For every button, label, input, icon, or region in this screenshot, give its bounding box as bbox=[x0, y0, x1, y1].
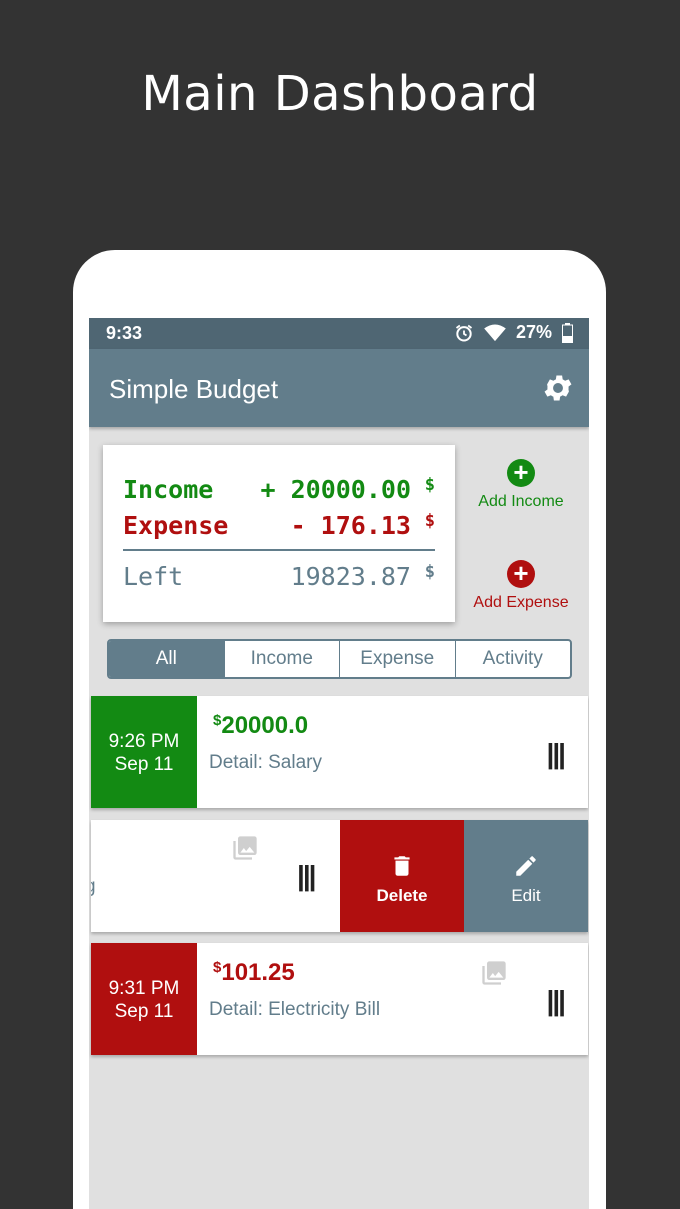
app-screen: 9:33 27% Simple Budget Income + 20000.00… bbox=[89, 318, 589, 1209]
page-headline: Main Dashboard bbox=[141, 66, 539, 122]
summary-divider bbox=[123, 549, 435, 551]
transaction-time: 9:31 PM bbox=[108, 978, 180, 999]
transaction-date: Sep 11 bbox=[114, 1001, 174, 1022]
currency-symbol: $ bbox=[424, 562, 435, 582]
transaction-detail: Detail: Salary bbox=[209, 752, 322, 773]
summary-card: Income + 20000.00 $ Expense - 176.13 $ L… bbox=[103, 445, 455, 622]
wifi-icon bbox=[484, 323, 506, 341]
drag-handle-icon[interactable]: ||| bbox=[546, 738, 565, 770]
tab-activity[interactable]: Activity bbox=[456, 641, 571, 677]
tab-all[interactable]: All bbox=[109, 641, 225, 677]
transaction-amount: $101.25 bbox=[213, 959, 295, 987]
status-time: 9:33 bbox=[106, 323, 143, 343]
transaction-timestamp: 9:26 PM Sep 11 bbox=[91, 696, 197, 808]
amount-value: 101.25 bbox=[221, 959, 295, 986]
alarm-icon bbox=[455, 324, 473, 341]
add-income-button[interactable]: + Add Income bbox=[461, 459, 581, 511]
status-bar: 9:33 27% bbox=[89, 318, 589, 349]
app-bar: Simple Budget bbox=[89, 349, 589, 427]
edit-button[interactable]: Edit bbox=[464, 820, 588, 932]
edit-label: Edit bbox=[511, 886, 541, 905]
transaction-date: Sep 11 bbox=[114, 754, 174, 775]
transaction-detail-partial: g bbox=[91, 876, 96, 898]
filter-tabs: All Income Expense Activity bbox=[107, 639, 572, 679]
add-expense-label: Add Expense bbox=[473, 594, 569, 611]
transaction-amount: $20000.0 bbox=[213, 712, 308, 740]
pencil-icon bbox=[516, 856, 536, 876]
app-title: Simple Budget bbox=[109, 374, 279, 404]
transaction-detail: Detail: Electricity Bill bbox=[209, 999, 381, 1020]
expense-label: Expense bbox=[123, 511, 229, 540]
delete-button[interactable]: Delete bbox=[340, 820, 464, 932]
image-icon[interactable] bbox=[478, 959, 510, 987]
tab-income[interactable]: Income bbox=[225, 641, 340, 677]
currency-symbol: $ bbox=[424, 511, 435, 531]
drag-handle-icon[interactable]: ||| bbox=[546, 985, 565, 1017]
image-icon[interactable] bbox=[229, 834, 261, 862]
income-value: + 20000.00 bbox=[260, 475, 411, 504]
add-expense-button[interactable]: + Add Expense bbox=[461, 560, 581, 612]
tab-expense[interactable]: Expense bbox=[340, 641, 456, 677]
add-income-label: Add Income bbox=[478, 493, 564, 510]
transaction-time: 9:26 PM bbox=[108, 731, 180, 752]
plus-circle-icon: + bbox=[507, 459, 535, 487]
battery-icon bbox=[562, 322, 573, 343]
income-label: Income bbox=[123, 475, 214, 504]
left-label: Left bbox=[123, 562, 184, 591]
swiped-transaction-card[interactable]: g ||| Delete Edit bbox=[91, 820, 588, 932]
plus-circle-icon: + bbox=[507, 560, 535, 588]
transaction-timestamp: 9:31 PM Sep 11 bbox=[91, 943, 197, 1055]
drag-handle-icon[interactable]: ||| bbox=[297, 860, 316, 892]
amount-value: 20000.0 bbox=[221, 712, 309, 739]
trash-icon bbox=[394, 856, 410, 876]
left-value: 19823.87 bbox=[290, 562, 411, 591]
battery-percent: 27% bbox=[515, 322, 552, 342]
expense-value: - 176.13 bbox=[290, 511, 411, 540]
currency-symbol: $ bbox=[424, 475, 435, 495]
transaction-card[interactable]: 9:31 PM Sep 11 $101.25 Detail: Electrici… bbox=[91, 943, 588, 1055]
gear-icon[interactable] bbox=[541, 371, 575, 405]
delete-label: Delete bbox=[376, 886, 428, 905]
transaction-card[interactable]: 9:26 PM Sep 11 $20000.0 Detail: Salary |… bbox=[91, 696, 588, 808]
